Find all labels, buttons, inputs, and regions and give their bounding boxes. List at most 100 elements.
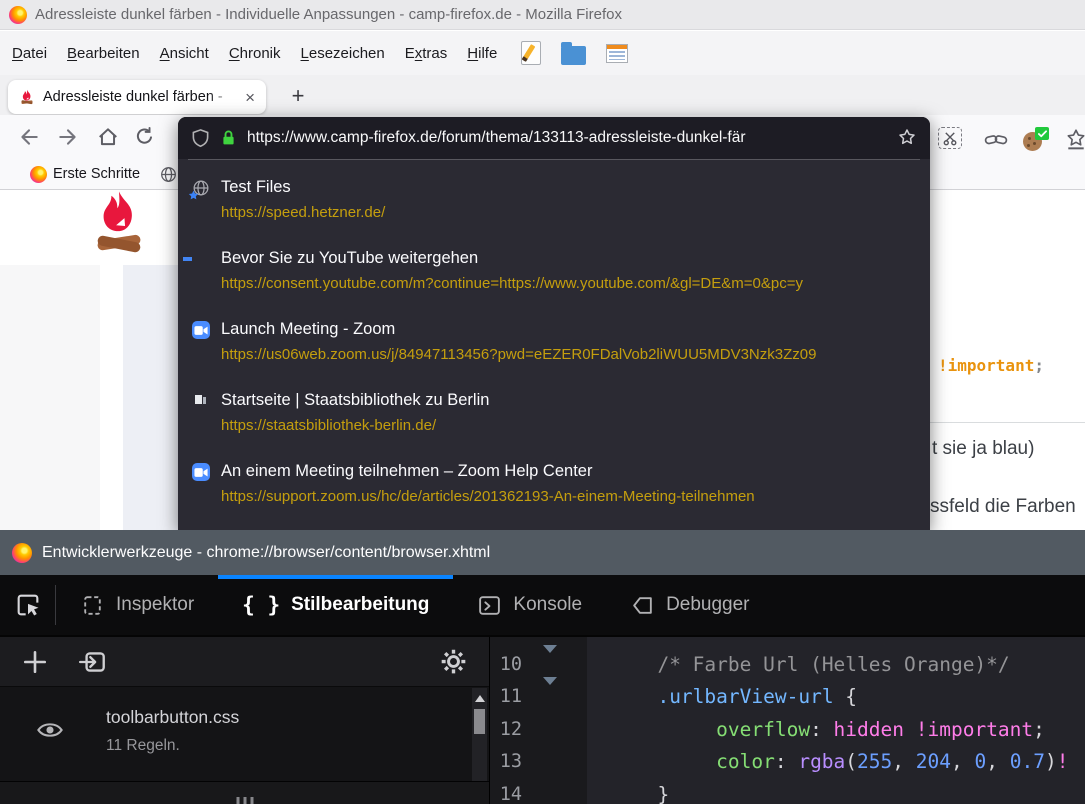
fold-arrow-icon[interactable]	[534, 653, 587, 676]
gear-icon[interactable]	[440, 648, 467, 675]
tab-bar: Adressleiste dunkel färben - × +	[0, 75, 1085, 115]
result-url: https://us06web.zoom.us/j/84947113456?pw…	[221, 346, 916, 364]
element-picker-icon[interactable]	[0, 585, 56, 625]
tab-inspektor[interactable]: Inspektor	[56, 575, 218, 635]
notepad-pencil-icon[interactable]	[521, 41, 541, 65]
scrollbar-thumb[interactable]	[474, 709, 485, 734]
new-tab-button[interactable]: +	[284, 82, 312, 110]
back-button[interactable]	[18, 126, 40, 148]
result-url: https://consent.youtube.com/m?continue=h…	[221, 275, 916, 293]
page-right-fragment: !important; t sie ja blau) ssfeld die Fa…	[930, 190, 1085, 530]
page-text-fragment: t sie ja blau)	[932, 438, 1034, 460]
new-stylesheet-button[interactable]	[22, 649, 48, 675]
result-title: Bevor Sie zu YouTube weitergehen	[221, 248, 916, 268]
globe-bookmarked-icon	[192, 179, 210, 197]
firefox-logo-icon	[9, 6, 27, 24]
import-stylesheet-button[interactable]	[78, 649, 108, 675]
menu-item[interactable]: Datei	[2, 40, 57, 67]
code-line: 14 }	[490, 778, 1085, 804]
line-number: 12	[490, 719, 534, 740]
code-text: .urlbarView-url {	[587, 685, 857, 708]
code-line: 11 .urlbarView-url {	[490, 681, 1085, 714]
menu-item[interactable]: Bearbeiten	[57, 40, 150, 67]
camp-firefox-logo	[90, 190, 148, 262]
page-text-fragment: ssfeld die Farben	[930, 496, 1076, 518]
result-title: An einem Meeting teilnehmen – Zoom Help …	[221, 461, 916, 481]
grip-icon	[236, 797, 253, 804]
menu-item[interactable]: Lesezeichen	[291, 40, 395, 67]
result-url: https://staatsbibliothek-berlin.de/	[221, 417, 916, 435]
splitter-handle[interactable]	[0, 781, 489, 804]
result-title: Startseite | Staatsbibliothek zu Berlin	[221, 390, 916, 410]
menu-bar: DateiBearbeitenAnsichtChronikLesezeichen…	[0, 31, 1085, 75]
devtools-title: Entwicklerwerkzeuge - chrome://browser/c…	[42, 544, 490, 562]
library-icon	[192, 392, 210, 410]
folder-icon[interactable]	[561, 46, 586, 65]
code-line: 10 /* Farbe Url (Helles Orange)*/	[490, 648, 1085, 681]
scrollbar[interactable]	[472, 688, 487, 781]
scroll-up-icon[interactable]	[475, 695, 485, 702]
menu-item[interactable]: Chronik	[219, 40, 291, 67]
line-number: 10	[490, 654, 534, 675]
browser-tab[interactable]: Adressleiste dunkel färben - ×	[8, 80, 266, 114]
fold-arrow-icon[interactable]	[534, 685, 587, 708]
devtools-window: Entwicklerwerkzeuge - chrome://browser/c…	[0, 530, 1085, 804]
code-text: overflow: hidden !important;	[587, 718, 1045, 741]
stylesheet-list-item[interactable]: toolbarbutton.css 11 Regeln.	[0, 687, 489, 777]
screen: Adressleiste dunkel färben - Individuell…	[0, 0, 1085, 804]
url-input[interactable]: https://www.camp-firefox.de/forum/thema/…	[247, 129, 887, 147]
bookmark-star-tray-icon[interactable]	[1064, 128, 1085, 150]
urlbar-result-row[interactable]: Test Fileshttps://speed.hetzner.de/	[178, 177, 930, 222]
tab-debugger[interactable]: Debugger	[606, 575, 773, 635]
urlbar-results: Test Fileshttps://speed.hetzner.de/Bevor…	[178, 160, 930, 506]
menu-items: DateiBearbeitenAnsichtChronikLesezeichen…	[2, 40, 507, 67]
divider	[930, 422, 1085, 423]
debugger-icon	[630, 593, 655, 618]
window-title: Adressleiste dunkel färben - Individuell…	[35, 6, 622, 23]
console-icon	[477, 593, 502, 618]
tab-konsole[interactable]: Konsole	[453, 575, 606, 635]
check-badge-icon	[1035, 127, 1049, 140]
result-title: Launch Meeting - Zoom	[221, 319, 916, 339]
bookmark-item[interactable]: Erste Schritte	[53, 166, 140, 182]
urlbar-result-row[interactable]: An einem Meeting teilnehmen – Zoom Help …	[178, 461, 930, 506]
menu-item[interactable]: Extras	[395, 40, 458, 67]
firefox-logo-icon	[30, 166, 47, 183]
handshake-icon[interactable]	[983, 131, 1009, 147]
tab-stilbearbeitung[interactable]: { } Stilbearbeitung	[218, 575, 453, 635]
tab-title: Adressleiste dunkel färben -	[43, 89, 223, 105]
stylesheet-name: toolbarbutton.css	[106, 707, 239, 728]
shield-icon[interactable]	[191, 128, 210, 148]
code-text: }	[587, 783, 669, 804]
stylesheet-rule-count: 11 Regeln.	[106, 737, 180, 755]
screenshot-scissors-icon[interactable]	[938, 127, 962, 149]
home-button[interactable]	[97, 126, 119, 148]
result-url: https://speed.hetzner.de/	[221, 204, 916, 222]
line-number: 11	[490, 686, 534, 707]
code-text: color: rgba(255, 204, 0, 0.7)!	[587, 750, 1068, 773]
tab-close-button[interactable]: ×	[242, 89, 258, 106]
visibility-eye-icon[interactable]	[36, 720, 64, 740]
cookie-consent-icon[interactable]	[1023, 127, 1049, 151]
zoom-icon	[192, 463, 210, 481]
menu-item[interactable]: Ansicht	[150, 40, 219, 67]
globe-icon[interactable]	[160, 166, 177, 183]
window-grid-icon[interactable]	[606, 44, 628, 63]
reload-button[interactable]	[134, 126, 155, 147]
urlbar[interactable]: https://www.camp-firefox.de/forum/thema/…	[178, 117, 930, 159]
urlbar-result-row[interactable]: Bevor Sie zu YouTube weitergehen https://…	[178, 248, 930, 293]
urlbar-result-row[interactable]: Launch Meeting - Zoom https://us06web.zoo…	[178, 319, 930, 364]
page-column-left	[0, 265, 100, 530]
lock-icon[interactable]	[220, 129, 237, 147]
urlbar-result-row[interactable]: Startseite | Staatsbibliothek zu Berlin h…	[178, 390, 930, 435]
inspector-frame-icon	[80, 593, 105, 618]
forward-button[interactable]	[57, 126, 79, 148]
style-editor-sidebar: toolbarbutton.css 11 Regeln.	[0, 637, 490, 804]
style-editor-code[interactable]: 10 /* Farbe Url (Helles Orange)*/11 .url…	[490, 637, 1085, 804]
code-text: /* Farbe Url (Helles Orange)*/	[587, 653, 1010, 676]
menu-item[interactable]: Hilfe	[457, 40, 507, 67]
campfire-flame-icon	[19, 89, 35, 105]
bookmark-star-icon[interactable]	[897, 128, 917, 148]
devtools-body: toolbarbutton.css 11 Regeln. 10 /* Farbe…	[0, 635, 1085, 804]
menu-icons	[521, 41, 628, 65]
